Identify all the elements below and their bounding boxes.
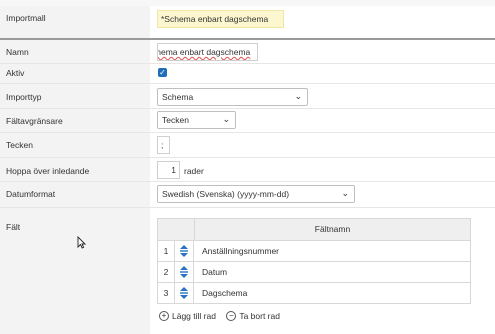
plus-circle-icon: + xyxy=(159,311,169,321)
table-row[interactable]: 3 Dagschema xyxy=(158,283,470,304)
table-row[interactable]: 2 Datum xyxy=(158,262,470,283)
fields-table-header: Fältnamn xyxy=(158,219,470,241)
fields-table: Fältnamn 1 Anställningsnummer 2 Datum 3 … xyxy=(157,218,471,304)
row-divider xyxy=(0,157,495,158)
date-format-value: Swedish (Svenska) (yyyy-mm-dd) xyxy=(162,189,290,199)
minus-circle-icon: − xyxy=(226,311,237,321)
row-divider xyxy=(0,132,495,133)
row-number: 2 xyxy=(158,262,175,282)
field-delimiter-value: Tecken xyxy=(162,115,189,125)
skip-leading-suffix: rader xyxy=(184,166,204,176)
remove-row-label: Ta bort rad xyxy=(239,311,280,321)
field-name-column-header: Fältnamn xyxy=(194,219,470,240)
field-delimiter-label: Fältavgränsare xyxy=(6,116,63,126)
name-input[interactable]: chema enbart dagschema xyxy=(157,43,258,61)
field-name[interactable]: Dagschema xyxy=(202,283,247,303)
add-row-button[interactable]: + Lägg till rad xyxy=(159,311,216,321)
drag-handle-icon[interactable] xyxy=(175,262,194,282)
import-type-select[interactable]: Schema ⌄ xyxy=(157,88,308,106)
import-type-value: Schema xyxy=(162,92,194,102)
import-template-value[interactable]: *Schema enbart dagschema xyxy=(157,10,284,28)
date-format-select[interactable]: Swedish (Svenska) (yyyy-mm-dd) ⌄ xyxy=(157,185,355,203)
drag-handle-icon[interactable] xyxy=(175,241,194,261)
character-input[interactable]: ; xyxy=(157,136,170,154)
field-name[interactable]: Anställningsnummer xyxy=(202,241,279,261)
row-divider xyxy=(0,181,495,182)
row-divider xyxy=(0,108,495,109)
character-label: Tecken xyxy=(6,140,33,150)
row-actions: + Lägg till rad − Ta bort rad xyxy=(159,310,288,321)
chevron-down-icon: ⌄ xyxy=(222,114,230,124)
chevron-down-icon: ⌄ xyxy=(294,91,302,101)
field-name[interactable]: Datum xyxy=(202,262,227,282)
section-divider xyxy=(0,38,495,40)
row-divider xyxy=(0,207,495,208)
active-checkbox[interactable]: ✓ xyxy=(158,68,167,77)
active-label: Aktiv xyxy=(6,68,25,78)
row-number: 1 xyxy=(158,241,175,261)
row-number: 3 xyxy=(158,283,175,303)
add-row-label: Lägg till rad xyxy=(172,311,216,321)
check-icon: ✓ xyxy=(159,68,166,77)
date-format-label: Datumformat xyxy=(6,189,56,199)
name-input-value: chema enbart dagschema xyxy=(157,47,251,57)
field-delimiter-select[interactable]: Tecken ⌄ xyxy=(157,111,236,129)
mouse-pointer-icon xyxy=(77,235,87,251)
skip-leading-label: Hoppa över inledande xyxy=(6,166,90,176)
table-row[interactable]: 1 Anställningsnummer xyxy=(158,241,470,262)
name-label: Namn xyxy=(6,47,29,57)
skip-leading-input[interactable]: 1 xyxy=(157,161,180,179)
remove-row-button[interactable]: − Ta bort rad xyxy=(226,311,280,321)
import-type-label: Importtyp xyxy=(6,92,42,102)
fields-label: Fält xyxy=(6,222,21,232)
row-divider xyxy=(0,63,495,64)
drag-handle-icon[interactable] xyxy=(175,283,194,303)
import-template-label: Importmall xyxy=(6,13,46,23)
chevron-down-icon: ⌄ xyxy=(341,188,349,198)
row-divider xyxy=(0,83,495,84)
